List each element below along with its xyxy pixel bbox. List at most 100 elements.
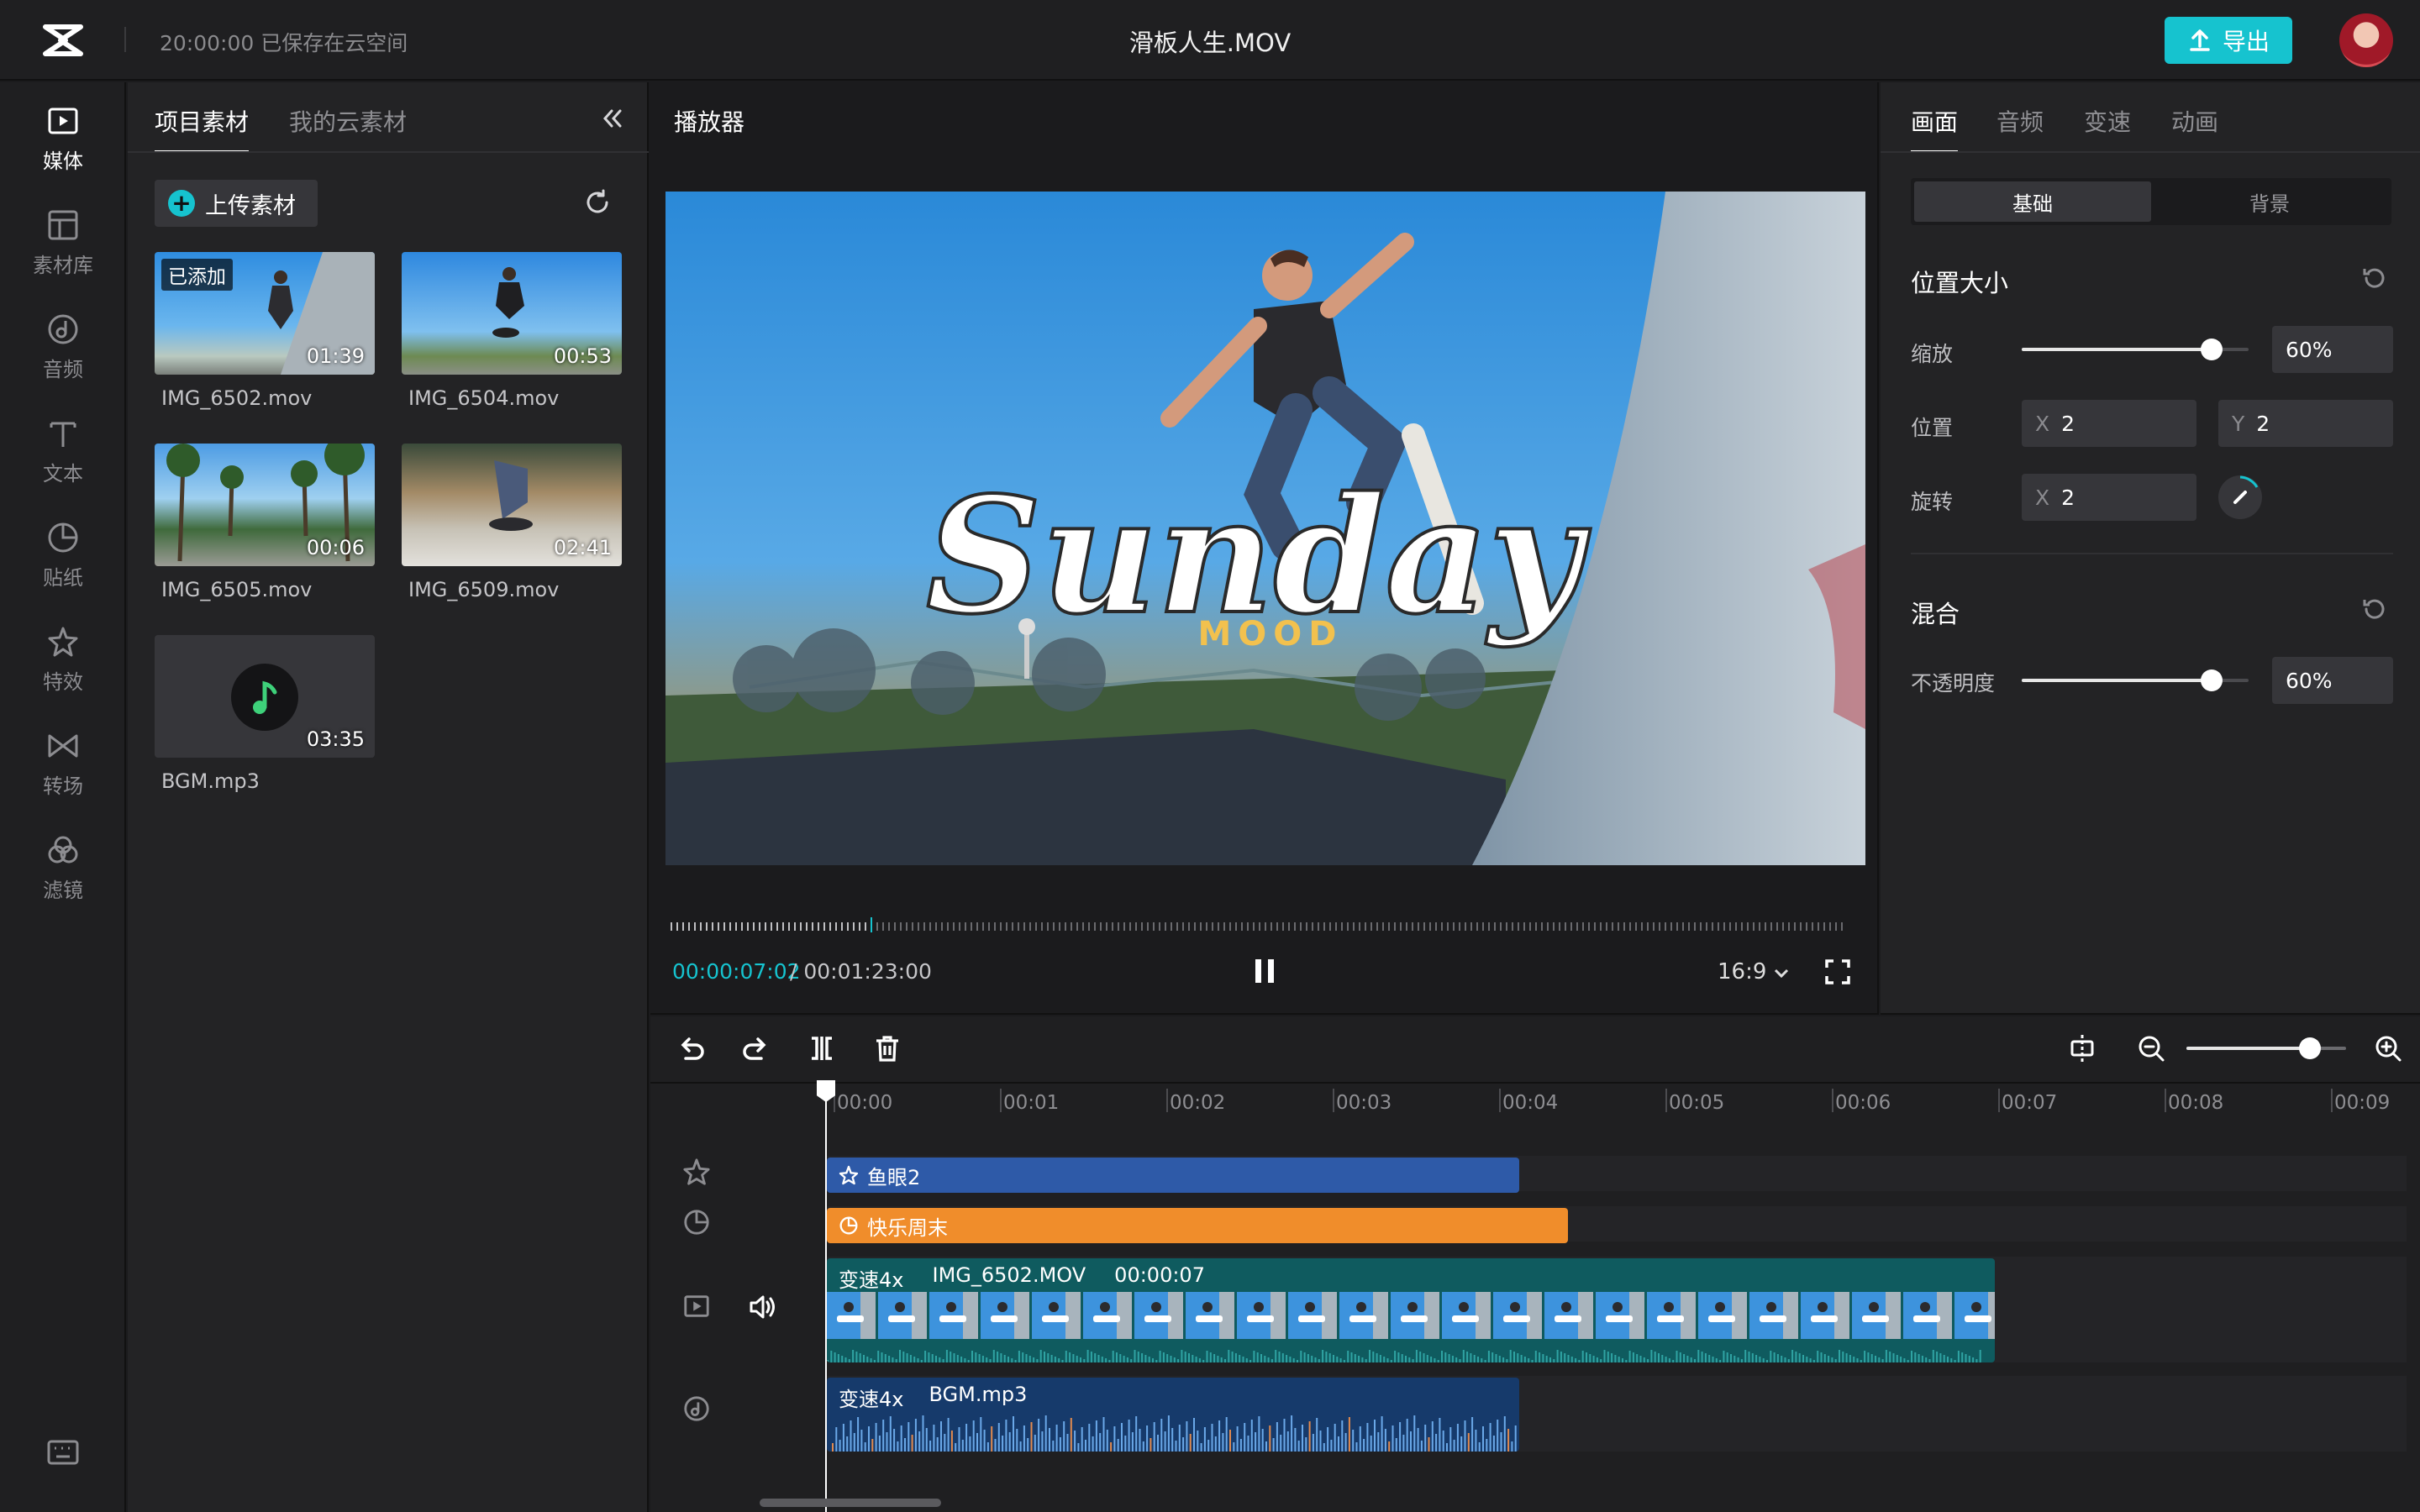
- delete-icon[interactable]: [872, 1033, 902, 1063]
- rail-item-text[interactable]: 文本: [0, 405, 126, 497]
- media-thumbnail[interactable]: 03:35: [155, 635, 375, 758]
- rail-item-library[interactable]: 素材库: [0, 197, 126, 289]
- video-preview[interactable]: Sunday MOOD: [666, 192, 1865, 865]
- media-icon: [48, 108, 78, 134]
- refresh-icon[interactable]: [583, 188, 612, 217]
- aspect-ratio-value: 16:9: [1718, 959, 1767, 984]
- media-panel: 项目素材 我的云素材 + 上传素材 已添加 01:39 IMG_6502.mov…: [128, 82, 649, 1512]
- horizontal-scrollbar[interactable]: [760, 1499, 941, 1507]
- axis-x-label: X: [2035, 411, 2050, 436]
- rail-item-label: 素材库: [33, 253, 93, 277]
- pause-icon[interactable]: [1252, 958, 1277, 984]
- rotate-input[interactable]: X 2: [2022, 474, 2196, 521]
- export-button[interactable]: 导出: [2165, 17, 2292, 64]
- project-title: 滑板人生.MOV: [1128, 29, 1292, 57]
- tab-project-media[interactable]: 项目素材: [155, 104, 250, 153]
- export-label: 导出: [2222, 28, 2270, 55]
- rail-item-audio[interactable]: 音频: [0, 301, 126, 393]
- position-y-value: 2: [2256, 411, 2270, 436]
- aspect-ratio-dropdown[interactable]: 16:9: [1718, 959, 1789, 984]
- tab-audio[interactable]: 音频: [1996, 104, 2044, 138]
- playhead[interactable]: [825, 1084, 827, 1512]
- opacity-slider[interactable]: [2022, 669, 2249, 691]
- undo-icon[interactable]: [676, 1033, 706, 1063]
- text-icon: [50, 422, 76, 447]
- rail-item-media[interactable]: 媒体: [0, 92, 126, 185]
- snap-icon[interactable]: [2067, 1033, 2097, 1063]
- zoom-in-icon[interactable]: [2373, 1033, 2403, 1063]
- added-badge: 已添加: [161, 259, 233, 291]
- scale-input[interactable]: 60%: [2272, 326, 2393, 373]
- scale-slider[interactable]: [2022, 339, 2249, 360]
- tab-cloud-media[interactable]: 我的云素材: [289, 104, 407, 138]
- effects-track-icon: [683, 1158, 710, 1185]
- opacity-input[interactable]: 60%: [2272, 657, 2393, 704]
- media-file-name: IMG_6504.mov: [408, 386, 560, 410]
- effect-clip[interactable]: 鱼眼2: [827, 1158, 1519, 1193]
- tab-animation[interactable]: 动画: [2171, 104, 2218, 138]
- rotate-value: 2: [2061, 485, 2075, 510]
- keyboard-icon[interactable]: [47, 1440, 79, 1465]
- preview-image: Sunday MOOD: [666, 192, 1865, 865]
- ruler-tick: [1832, 1089, 1833, 1112]
- duration-badge: 01:39: [306, 344, 365, 368]
- position-x-input[interactable]: X 2: [2022, 400, 2196, 447]
- video-clip-header: 变速4x IMG_6502.MOV 00:00:07: [839, 1263, 1205, 1293]
- rail-item-filter[interactable]: 滤镜: [0, 822, 126, 914]
- video-clip-speed: 变速4x: [839, 1268, 904, 1292]
- ruler-tick: [2165, 1089, 2166, 1112]
- avatar[interactable]: [2339, 13, 2393, 67]
- slider-knob[interactable]: [2201, 339, 2223, 360]
- split-icon[interactable]: [807, 1033, 837, 1063]
- video-clip[interactable]: 变速4x IMG_6502.MOV 00:00:07: [827, 1258, 1995, 1362]
- zoom-out-icon[interactable]: [2136, 1033, 2166, 1063]
- ruler-label: 00:00: [837, 1092, 893, 1114]
- media-file-name: IMG_6502.mov: [161, 386, 313, 410]
- video-clip-name: IMG_6502.MOV: [932, 1263, 1086, 1287]
- media-thumbnail[interactable]: 02:41: [402, 444, 622, 566]
- upload-media-button[interactable]: + 上传素材: [155, 180, 318, 227]
- current-time: 00:00:07:02: [672, 959, 801, 984]
- redo-icon[interactable]: [741, 1033, 771, 1063]
- sticker-clip[interactable]: 快乐周末: [827, 1208, 1568, 1243]
- rail-item-transition[interactable]: 转场: [0, 717, 126, 810]
- chevron-down-icon: [1774, 969, 1788, 979]
- position-label: 位置: [1911, 416, 1954, 440]
- duration-badge: 00:53: [553, 344, 612, 368]
- ruler-tick: [1665, 1089, 1667, 1112]
- position-y-input[interactable]: Y 2: [2218, 400, 2393, 447]
- effect-clip-label: 鱼眼2: [867, 1165, 921, 1189]
- media-file-name: BGM.mp3: [161, 769, 260, 793]
- fullscreen-icon[interactable]: [1825, 959, 1850, 984]
- slider-knob[interactable]: [2201, 669, 2223, 691]
- library-icon: [48, 210, 78, 239]
- volume-icon[interactable]: [748, 1292, 778, 1322]
- filter-icon: [48, 836, 78, 863]
- rail-item-sticker[interactable]: 贴纸: [0, 509, 126, 601]
- reset-icon[interactable]: [2360, 264, 2388, 292]
- media-thumbnail[interactable]: 00:06: [155, 444, 375, 566]
- collapse-double-chevron-icon[interactable]: [602, 108, 623, 129]
- rail-item-effects[interactable]: 特效: [0, 613, 126, 706]
- segment-background[interactable]: 背景: [2151, 181, 2388, 222]
- duration-badge: 02:41: [553, 536, 612, 559]
- scrubber[interactable]: [671, 917, 1860, 934]
- tab-speed[interactable]: 变速: [2084, 104, 2131, 138]
- scale-label: 缩放: [1911, 342, 1954, 366]
- upload-label: 上传素材: [205, 192, 296, 219]
- media-thumbnail[interactable]: 已添加 01:39: [155, 252, 375, 375]
- media-thumbnail[interactable]: 00:53: [402, 252, 622, 375]
- segment-basic[interactable]: 基础: [1914, 181, 2151, 222]
- effects-icon: [48, 627, 78, 656]
- duration-badge: 03:35: [306, 727, 365, 751]
- rotation-dial-icon[interactable]: [2217, 474, 2264, 521]
- top-bar: 20:00:00 已保存在云空间 滑板人生.MOV 导出: [0, 0, 2420, 81]
- ruler-tick: [1998, 1089, 2000, 1112]
- reset-icon[interactable]: [2360, 595, 2388, 623]
- slider-fill: [2186, 1047, 2309, 1050]
- video-clip-duration: 00:00:07: [1114, 1263, 1205, 1287]
- tab-picture[interactable]: 画面: [1911, 104, 1959, 153]
- audio-clip[interactable]: 变速4x BGM.mp3: [827, 1378, 1519, 1452]
- slider-knob[interactable]: [2299, 1037, 2321, 1059]
- zoom-slider[interactable]: [2186, 1037, 2346, 1059]
